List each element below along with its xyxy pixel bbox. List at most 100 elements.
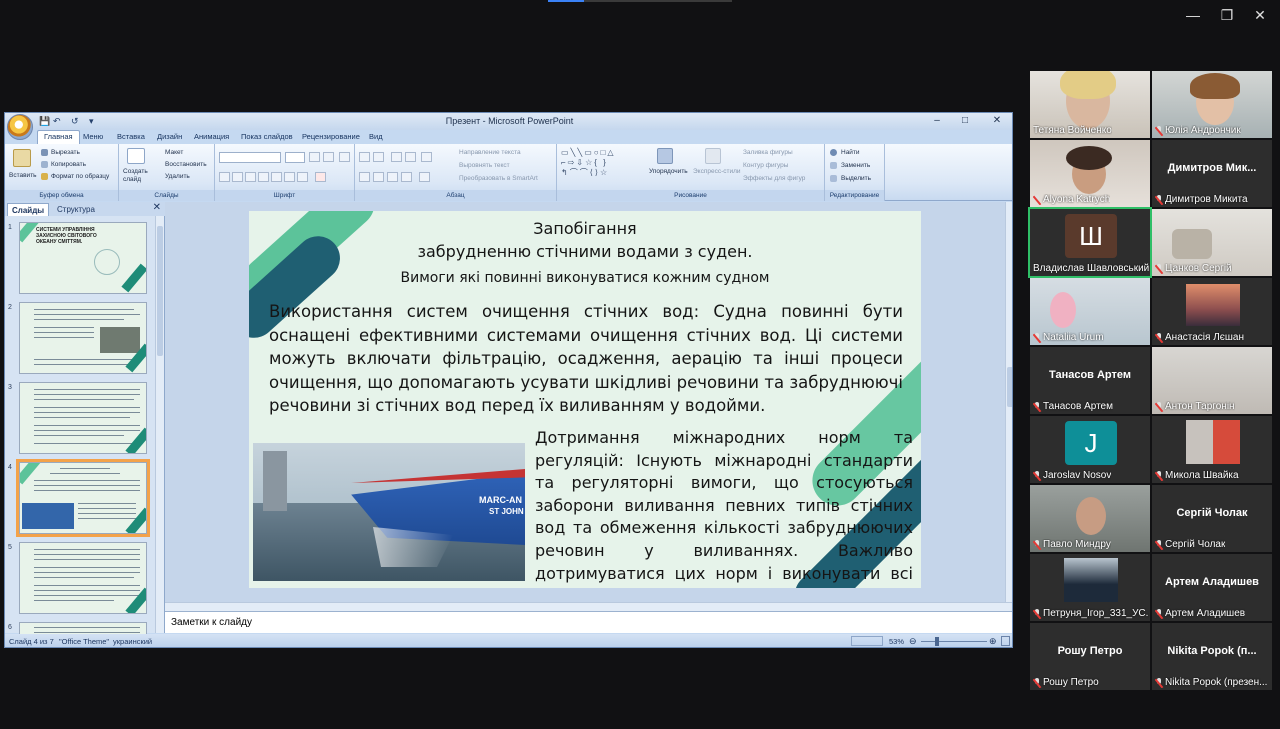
text-direction-button[interactable]: Направление текста: [459, 149, 521, 156]
reset-button[interactable]: Восстановить: [165, 161, 207, 168]
participant-tile[interactable]: Тетяна Войченко: [1030, 71, 1150, 138]
undo-icon[interactable]: ↶: [53, 116, 61, 127]
ppt-close-icon[interactable]: ✕: [989, 115, 1005, 126]
participant-tile[interactable]: Микола Швайка: [1152, 416, 1272, 483]
participant-tile[interactable]: Павло Миндру: [1030, 485, 1150, 552]
participant-tile[interactable]: Nikita Popok (п... Nikita Popok (презен.…: [1152, 623, 1272, 690]
new-slide-button[interactable]: Создать слайд: [123, 168, 153, 184]
editor-horizontal-scrollbar[interactable]: [165, 602, 1012, 611]
font-color-icon[interactable]: [315, 172, 326, 182]
align-left-icon[interactable]: [359, 172, 370, 182]
zoom-out-icon[interactable]: ⊖: [909, 636, 917, 647]
align-text-button[interactable]: Выровнять текст: [459, 162, 510, 169]
participant-tile[interactable]: Танасов Артем Танасов Артем: [1030, 347, 1150, 414]
slide-canvas[interactable]: Запобігання забрудненню стічними водами …: [249, 211, 921, 588]
editor-vertical-scrollbar[interactable]: [1005, 202, 1012, 602]
align-center-icon[interactable]: [373, 172, 384, 182]
panel-close-icon[interactable]: ✕: [153, 202, 161, 213]
slide-thumb-5[interactable]: [19, 542, 147, 614]
arrange-icon[interactable]: [657, 148, 673, 164]
layout-button[interactable]: Макет: [165, 149, 183, 156]
paste-icon[interactable]: [13, 149, 31, 167]
format-painter-button[interactable]: Формат по образцу: [51, 173, 109, 180]
quick-styles-icon[interactable]: [705, 148, 721, 164]
bold-icon[interactable]: [219, 172, 230, 182]
participant-tile[interactable]: J Jaroslav Nosov: [1030, 416, 1150, 483]
close-icon[interactable]: ✕: [1249, 6, 1271, 24]
grow-font-icon[interactable]: [309, 152, 320, 162]
shape-effects-button[interactable]: Эффекты для фигур: [743, 175, 805, 182]
outdent-icon[interactable]: [391, 152, 402, 162]
participant-tile[interactable]: Димитров Мик... Димитров Микита: [1152, 140, 1272, 207]
italic-icon[interactable]: [232, 172, 243, 182]
save-icon[interactable]: 💾: [39, 116, 50, 127]
font-name-combo[interactable]: [219, 152, 281, 163]
ppt-restore-icon[interactable]: □: [957, 115, 973, 126]
clear-format-icon[interactable]: [339, 152, 350, 162]
customize-icon[interactable]: ▾: [89, 116, 94, 127]
redo-icon[interactable]: ↺: [71, 116, 79, 127]
columns-icon[interactable]: [419, 172, 430, 182]
fit-window-icon[interactable]: [1001, 636, 1010, 646]
participant-tile[interactable]: Nataliia Urum: [1030, 278, 1150, 345]
quick-styles-button[interactable]: Экспресс-стили: [693, 168, 741, 175]
indent-icon[interactable]: [405, 152, 416, 162]
zoom-in-icon[interactable]: ⊕: [989, 636, 997, 647]
justify-icon[interactable]: [401, 172, 412, 182]
tab-insert[interactable]: Вставка: [117, 132, 145, 141]
panel-scrollbar[interactable]: [155, 216, 164, 633]
zoom-thumb[interactable]: [935, 637, 939, 646]
notes-pane[interactable]: Заметки к слайду: [165, 611, 1012, 633]
participant-tile-active[interactable]: Ш Владислав Шавловський: [1028, 207, 1152, 278]
smartart-button[interactable]: Преобразовать в SmartArt: [459, 175, 538, 182]
participant-tile[interactable]: Сергій Чолак Сергій Чолак: [1152, 485, 1272, 552]
underline-icon[interactable]: [245, 172, 256, 182]
tab-slideshow[interactable]: Показ слайдов: [241, 132, 293, 141]
arrange-button[interactable]: Упорядочить: [649, 168, 688, 175]
numbering-icon[interactable]: [373, 152, 384, 162]
slide-thumb-3[interactable]: [19, 382, 147, 454]
tab-animation[interactable]: Анимация: [194, 132, 229, 141]
tab-structure[interactable]: Структура: [53, 203, 99, 216]
cut-button[interactable]: Вырезать: [51, 149, 80, 156]
strikethrough-icon[interactable]: [258, 172, 269, 182]
tab-review[interactable]: Рецензирование: [302, 132, 360, 141]
tab-design[interactable]: Дизайн: [157, 132, 182, 141]
office-button[interactable]: [7, 114, 33, 140]
participant-tile[interactable]: Alyona Katrych: [1030, 140, 1150, 207]
replace-button[interactable]: Заменить: [841, 162, 870, 169]
tab-view[interactable]: Вид: [369, 132, 383, 141]
zoom-slider[interactable]: [921, 641, 987, 642]
participant-tile[interactable]: Рошу Петро Рошу Петро: [1030, 623, 1150, 690]
shapes-gallery[interactable]: ▭╲╲▭○□△ ⌐⇨⇩☆{ } ↰⌒⌒⟨⟩☆: [561, 148, 639, 180]
slide-thumb-1[interactable]: СИСТЕМИ УПРАВЛІННЯ ЗАХИСНОЮ СВІТОВОГО ОК…: [19, 222, 147, 294]
shape-fill-button[interactable]: Заливка фигуры: [743, 149, 793, 156]
participant-tile[interactable]: Анастасія Лєшан: [1152, 278, 1272, 345]
slide-thumb-4[interactable]: [16, 459, 150, 537]
slide-thumb-2[interactable]: [19, 302, 147, 374]
minimize-icon[interactable]: —: [1182, 6, 1204, 24]
participant-tile[interactable]: Юлія Андрончик: [1152, 71, 1272, 138]
view-buttons[interactable]: [851, 636, 883, 646]
delete-slide-button[interactable]: Удалить: [165, 173, 190, 180]
tab-home[interactable]: Главная: [37, 130, 80, 144]
participant-tile[interactable]: Артем Аладишев Артем Аладишев: [1152, 554, 1272, 621]
shrink-font-icon[interactable]: [323, 152, 334, 162]
align-right-icon[interactable]: [387, 172, 398, 182]
paste-button[interactable]: Вставить: [9, 172, 37, 179]
spacing-icon[interactable]: [284, 172, 295, 182]
select-button[interactable]: Выделить: [841, 175, 871, 182]
shadow-icon[interactable]: [271, 172, 282, 182]
new-slide-icon[interactable]: [127, 148, 145, 164]
participant-tile[interactable]: Петруня_Ігор_331_УС...: [1030, 554, 1150, 621]
restore-icon[interactable]: ❐: [1216, 6, 1238, 24]
case-icon[interactable]: [297, 172, 308, 182]
bullets-icon[interactable]: [359, 152, 370, 162]
shape-outline-button[interactable]: Контур фигуры: [743, 162, 788, 169]
find-button[interactable]: Найти: [841, 149, 860, 156]
line-spacing-icon[interactable]: [421, 152, 432, 162]
participant-tile[interactable]: Антон Таргонін: [1152, 347, 1272, 414]
copy-button[interactable]: Копировать: [51, 161, 86, 168]
ppt-minimize-icon[interactable]: –: [929, 115, 945, 126]
tab-slides[interactable]: Слайды: [7, 203, 50, 216]
